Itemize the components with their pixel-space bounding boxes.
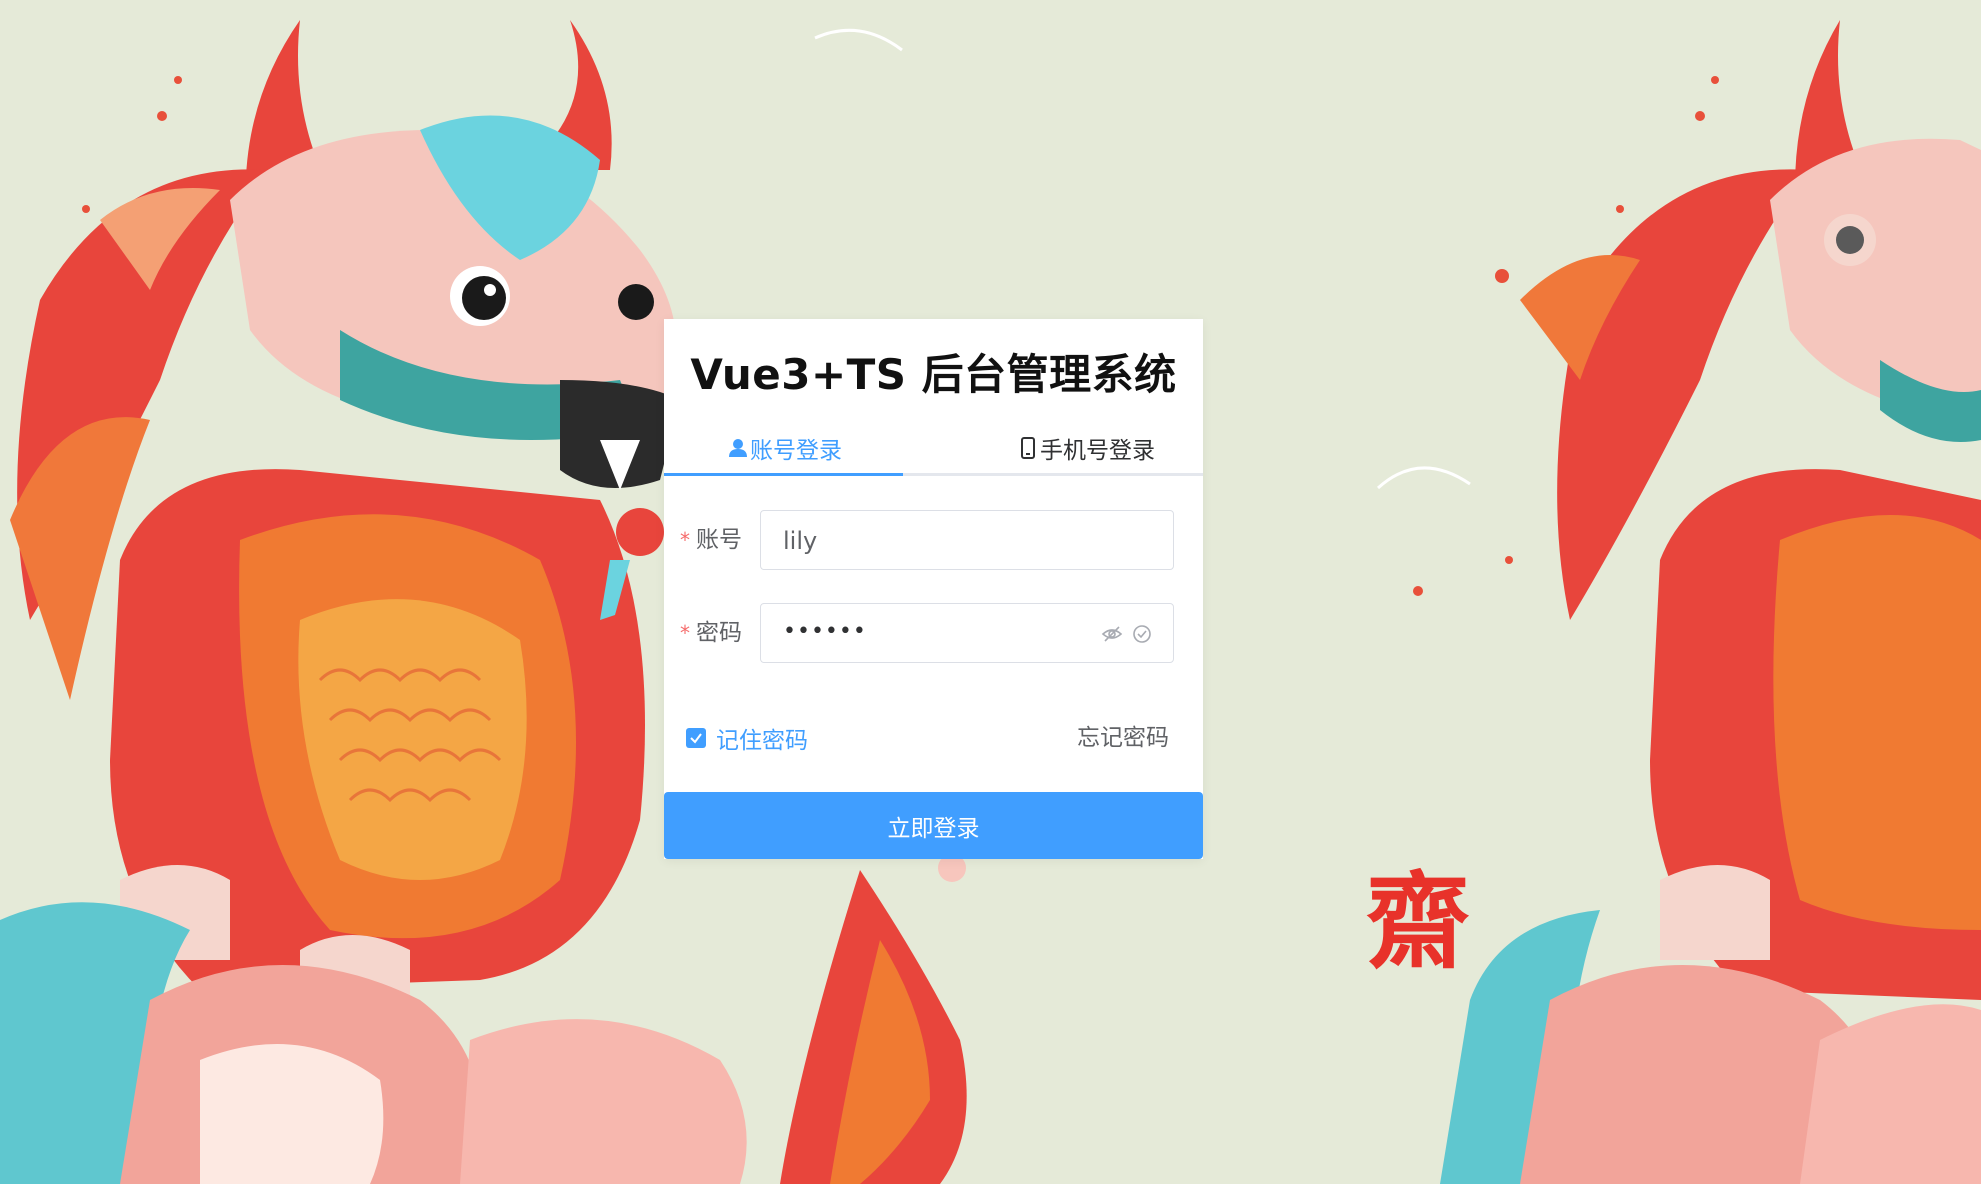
tab-phone-label: 手机号登录 [1040, 438, 1155, 464]
forgot-password-link[interactable]: 忘记密码 [1077, 722, 1169, 754]
tab-account-label: 账号登录 [750, 438, 842, 464]
remember-password-label: 记住密码 [716, 728, 808, 754]
account-input-wrapper[interactable] [760, 510, 1174, 571]
login-tabs: 账号登录 手机号登录 [664, 423, 1203, 476]
eye-hidden-icon[interactable] [1101, 623, 1123, 645]
checkbox-checked-icon[interactable] [686, 728, 706, 748]
account-label-text: 账号 [696, 527, 742, 553]
password-masked-value: •••••• [783, 619, 867, 644]
password-label-text: 密码 [696, 620, 742, 646]
login-submit-button[interactable]: 立即登录 [664, 792, 1203, 859]
account-label: * 账号 [680, 510, 742, 570]
seal-decoration: 齋 [1366, 860, 1470, 983]
mobile-phone-icon [1021, 437, 1035, 459]
login-card: Vue3+TS 后台管理系统 账号登录 手机号登录 *账号 *密码 •••••• [664, 319, 1203, 859]
required-asterisk: * [680, 528, 690, 552]
password-form-item: * 密码 •••••• [664, 603, 1203, 663]
account-input[interactable] [781, 511, 1085, 571]
password-label: * 密码 [680, 603, 742, 663]
tab-phone-login[interactable]: 手机号登录 [1018, 423, 1155, 473]
password-input[interactable]: •••••• [760, 603, 1174, 663]
page-title: Vue3+TS 后台管理系统 [690, 350, 1177, 399]
user-icon [729, 439, 747, 457]
account-form-item: * 账号 [664, 510, 1203, 571]
remember-password-checkbox[interactable]: 记住密码 [686, 722, 808, 754]
active-tab-indicator [664, 473, 903, 476]
tab-account-login[interactable]: 账号登录 [728, 423, 842, 473]
required-asterisk: * [680, 621, 690, 645]
circle-check-icon [1133, 625, 1151, 643]
